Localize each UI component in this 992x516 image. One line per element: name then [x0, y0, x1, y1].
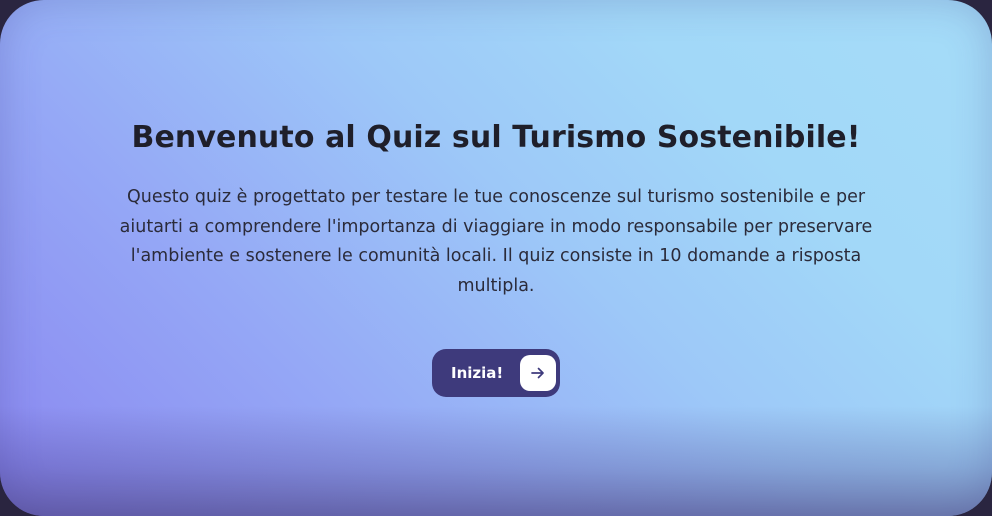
welcome-card: Benvenuto al Quiz sul Turismo Sostenibil… [0, 0, 992, 516]
start-quiz-button[interactable]: Inizia! [432, 349, 560, 397]
start-button-label: Inizia! [451, 364, 504, 382]
page-title: Benvenuto al Quiz sul Turismo Sostenibil… [131, 120, 861, 155]
arrow-right-icon [520, 355, 556, 391]
quiz-description: Questo quiz è progettato per testare le … [119, 187, 873, 296]
